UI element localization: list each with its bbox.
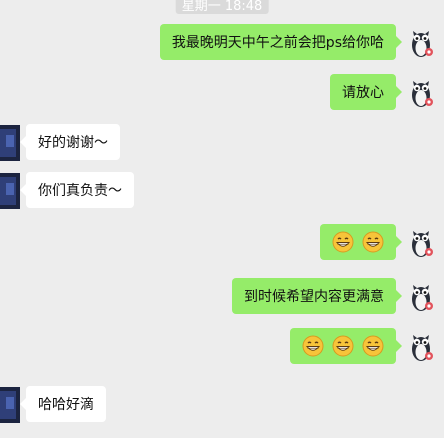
avatar[interactable] — [404, 279, 438, 315]
grinning-face-icon — [362, 335, 384, 357]
message-text: 我最晚明天中午之前会把ps给你哈 — [171, 35, 384, 51]
chat-message-outgoing: 我最晚明天中午之前会把ps给你哈 — [0, 22, 444, 64]
message-text: 请放心 — [342, 85, 384, 101]
timestamp: 星期一 18:48 — [175, 0, 269, 14]
avatar[interactable] — [404, 75, 438, 111]
grinning-face-icon — [302, 335, 324, 357]
grinning-face-icon — [362, 231, 384, 253]
message-bubble[interactable]: 到时候希望内容更满意 — [232, 278, 402, 314]
message-text: 你们真负责～ — [38, 183, 122, 199]
message-text: 到时候希望内容更满意 — [244, 289, 384, 305]
avatar[interactable] — [404, 25, 438, 61]
dark-photo-avatar-icon — [0, 387, 20, 423]
message-bubble[interactable] — [290, 328, 402, 364]
cartoon-penguin-avatar-icon — [412, 31, 433, 57]
chat-message-outgoing — [0, 326, 444, 368]
message-text: 哈哈好滴 — [38, 397, 94, 413]
avatar[interactable] — [404, 329, 438, 365]
avatar[interactable] — [404, 225, 438, 261]
chat-message-outgoing: 到时候希望内容更满意 — [0, 276, 444, 318]
chat-message-outgoing — [0, 222, 444, 264]
grinning-face-icon — [332, 231, 354, 253]
cartoon-penguin-avatar-icon — [412, 335, 433, 361]
chat-message-incoming: 你们真负责～ — [0, 170, 444, 212]
cartoon-penguin-avatar-icon — [412, 231, 433, 257]
chat-message-outgoing: 请放心 — [0, 72, 444, 114]
message-bubble[interactable]: 请放心 — [330, 74, 402, 110]
dark-photo-avatar-icon — [0, 173, 20, 209]
grinning-face-icon — [332, 335, 354, 357]
message-bubble[interactable]: 好的谢谢～ — [20, 124, 120, 160]
cartoon-penguin-avatar-icon — [412, 285, 433, 311]
chat-window: 星期一 18:48 我最晚明天中午之前会把ps给你哈 请放心 好的谢谢～ 你们真… — [0, 0, 444, 438]
dark-photo-avatar-icon — [0, 125, 20, 161]
chat-message-incoming: 哈哈好滴 — [0, 384, 444, 426]
chat-message-incoming: 好的谢谢～ — [0, 122, 444, 164]
message-bubble[interactable] — [320, 224, 402, 260]
cartoon-penguin-avatar-icon — [412, 81, 433, 107]
avatar[interactable] — [0, 125, 20, 161]
message-bubble[interactable]: 我最晚明天中午之前会把ps给你哈 — [159, 24, 403, 60]
message-bubble[interactable]: 哈哈好滴 — [20, 386, 106, 422]
avatar[interactable] — [0, 173, 20, 209]
message-bubble[interactable]: 你们真负责～ — [20, 172, 134, 208]
avatar[interactable] — [0, 387, 20, 423]
message-text: 好的谢谢～ — [38, 135, 108, 151]
